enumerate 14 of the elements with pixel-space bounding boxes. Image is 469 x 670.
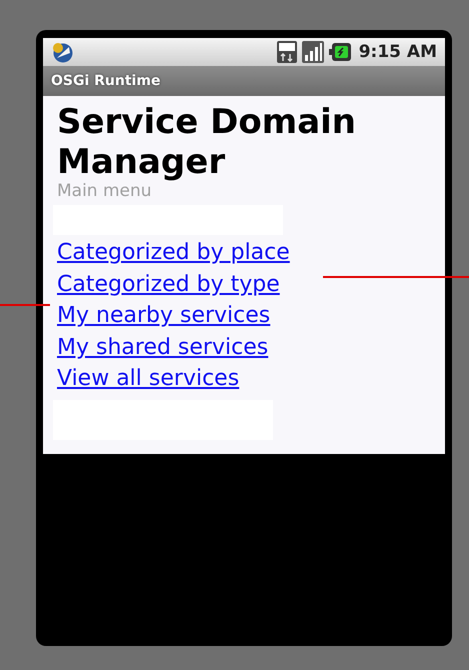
menu-link[interactable]: Categorized by type — [57, 268, 280, 300]
clock-time: 9:15 AM — [358, 42, 437, 62]
signal-icon — [302, 41, 324, 63]
app-icon — [51, 41, 73, 63]
page-subtitle: Main menu — [57, 182, 153, 200]
battery-icon — [328, 42, 351, 62]
page-heading: Service Domain Manager — [57, 102, 357, 182]
menu-link[interactable]: Categorized by place — [57, 237, 290, 268]
menu-link[interactable]: My shared services — [57, 332, 268, 363]
network-3g-icon — [276, 41, 297, 63]
app-title: OSGi Runtime — [51, 73, 160, 89]
leader-line — [0, 304, 50, 306]
menu-link[interactable]: My nearby services — [57, 300, 270, 332]
menu-link[interactable]: View all services — [57, 363, 240, 394]
